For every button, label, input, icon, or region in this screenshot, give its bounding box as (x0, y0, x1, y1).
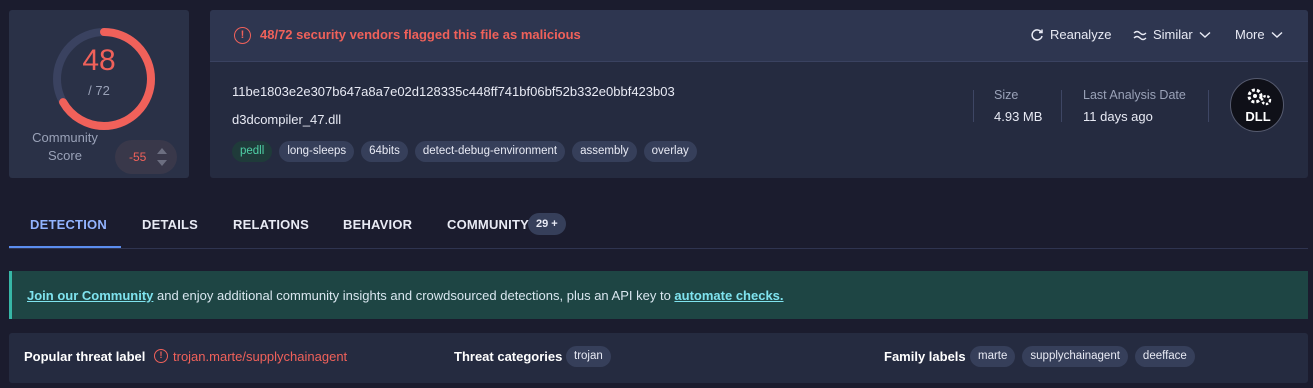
file-tags: pedll long-sleeps 64bits detect-debug-en… (232, 141, 697, 162)
more-button[interactable]: More (1235, 27, 1283, 42)
community-score-value: -55 (129, 150, 147, 164)
family-tag[interactable]: supplychainagent (1022, 346, 1128, 367)
detection-count: 48 (82, 44, 116, 77)
tag[interactable]: detect-debug-environment (414, 141, 566, 162)
similar-icon (1133, 30, 1147, 40)
community-score-label: Community Score (32, 130, 98, 163)
automate-checks-link[interactable]: automate checks. (674, 288, 783, 303)
tab-relations[interactable]: RELATIONS (233, 217, 309, 232)
threat-alert-icon: ! (154, 349, 168, 363)
divider (1061, 90, 1062, 122)
tab-detection[interactable]: DETECTION (30, 217, 107, 232)
alert-header: ! 48/72 security vendors flagged this fi… (210, 10, 1308, 62)
popular-threat-label: Popular threat label (24, 349, 146, 364)
file-summary-card: ! 48/72 security vendors flagged this fi… (210, 10, 1308, 178)
file-type-label: DLL (1245, 109, 1271, 124)
size-label: Size (994, 88, 1019, 102)
banner-message: and enjoy additional community insights … (153, 288, 675, 303)
divider (973, 90, 974, 122)
community-count-badge: 29 + (528, 213, 566, 235)
more-label: More (1235, 27, 1265, 42)
reanalyze-label: Reanalyze (1050, 27, 1112, 42)
file-type-badge: DLL (1230, 78, 1284, 132)
tag[interactable]: pedll (232, 141, 273, 162)
similar-label: Similar (1153, 27, 1193, 42)
family-labels-label: Family labels (884, 349, 966, 364)
tab-community[interactable]: COMMUNITY (447, 217, 529, 232)
reanalyze-button[interactable]: Reanalyze (1030, 27, 1111, 42)
detection-total: / 72 (88, 83, 110, 98)
divider (1208, 90, 1209, 122)
vote-down-icon[interactable] (157, 160, 167, 166)
malicious-alert-text: 48/72 security vendors flagged this file… (260, 27, 581, 42)
gears-icon (1247, 88, 1272, 106)
threat-category-tag[interactable]: trojan (566, 346, 611, 367)
family-tag[interactable]: marte (970, 346, 1016, 367)
tabs-divider (9, 248, 1308, 249)
vote-up-icon[interactable] (157, 148, 167, 154)
chevron-down-icon (1271, 31, 1283, 38)
family-labels: marte supplychainagent deefface (970, 346, 1195, 367)
family-tag[interactable]: deefface (1134, 346, 1195, 367)
last-analysis-value: 11 days ago (1083, 109, 1153, 124)
active-tab-indicator (9, 246, 121, 248)
tab-details[interactable]: DETAILS (142, 217, 198, 232)
detection-score-card: 48 / 72 Community Score -55 (9, 10, 189, 178)
banner-text: Join our Community and enjoy additional … (27, 288, 784, 303)
refresh-icon (1031, 28, 1043, 41)
similar-button[interactable]: Similar (1133, 27, 1211, 42)
join-community-link[interactable]: Join our Community (27, 288, 153, 303)
tag[interactable]: long-sleeps (279, 141, 355, 162)
threat-categories: trojan (566, 346, 611, 367)
tab-behavior[interactable]: BEHAVIOR (343, 217, 412, 232)
alert-icon: ! (234, 27, 251, 44)
size-value: 4.93 MB (994, 109, 1043, 124)
threat-categories-label: Threat categories (454, 349, 563, 364)
tag[interactable]: overlay (643, 141, 697, 162)
detection-gauge (48, 23, 160, 135)
last-analysis-label: Last Analysis Date (1083, 88, 1186, 102)
community-banner: Join our Community and enjoy additional … (9, 271, 1308, 319)
popular-threat-value: trojan.marte/supplychainagent (173, 349, 348, 364)
file-name: d3dcompiler_47.dll (232, 112, 342, 127)
file-hash[interactable]: 11be1803e2e307b647a8a7e02d128335c448ff74… (232, 84, 675, 99)
chevron-down-icon (1199, 31, 1211, 38)
threat-summary: Popular threat label ! trojan.marte/supp… (9, 333, 1308, 383)
tag[interactable]: assembly (572, 141, 637, 162)
community-score-voter[interactable]: -55 (115, 140, 177, 174)
tag[interactable]: 64bits (361, 141, 408, 162)
